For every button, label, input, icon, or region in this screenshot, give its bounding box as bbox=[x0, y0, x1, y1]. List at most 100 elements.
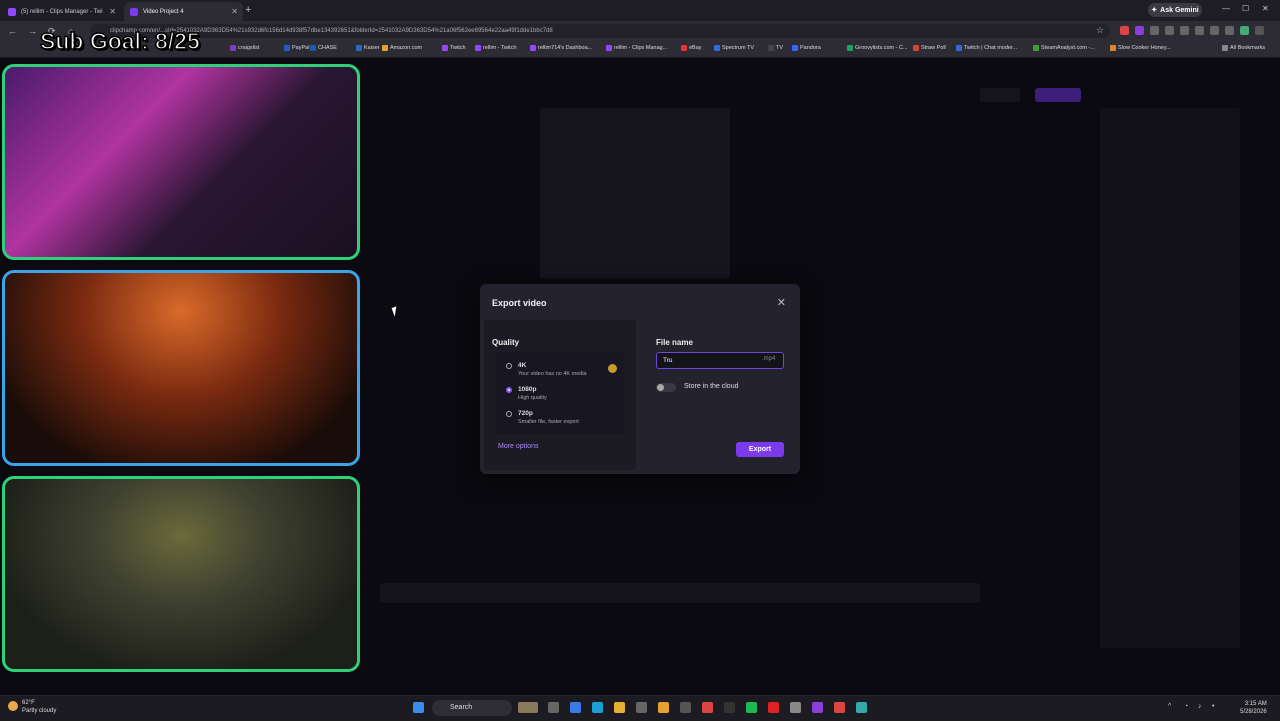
start-icon[interactable] bbox=[413, 702, 424, 713]
export-top-button[interactable] bbox=[1035, 88, 1081, 102]
bookmark-label: rellim - Clips Manag... bbox=[614, 45, 668, 51]
app-icon[interactable] bbox=[856, 702, 867, 713]
option-subtitle: High quality bbox=[518, 395, 547, 401]
extension-icon[interactable] bbox=[1165, 26, 1174, 35]
menu-icon[interactable] bbox=[1255, 26, 1264, 35]
weather-desc: Partly cloudy bbox=[22, 708, 57, 714]
quality-option-720p[interactable]: 720p Smaller file, faster export bbox=[506, 410, 579, 425]
bookmark-item[interactable]: eBay bbox=[681, 45, 702, 51]
bookmark-label: rellim714's Dashboa... bbox=[538, 45, 593, 51]
app-icon[interactable] bbox=[702, 702, 713, 713]
widget-icon[interactable] bbox=[518, 702, 538, 713]
bookmark-icon bbox=[792, 45, 798, 51]
bookmark-item[interactable]: All Bookmarks bbox=[1222, 45, 1265, 51]
ask-gemini-button[interactable]: ✦ Ask Gemini bbox=[1148, 3, 1202, 17]
bookmark-item[interactable]: Pandora bbox=[792, 45, 821, 51]
app-icon[interactable] bbox=[724, 702, 735, 713]
app-icon[interactable] bbox=[570, 702, 581, 713]
chevron-up-icon[interactable]: ^ bbox=[1168, 703, 1171, 710]
windows-taskbar: 62°F Partly cloudy ⌕ Search ^ ◔ ♪ • 3:15… bbox=[0, 695, 1280, 721]
radio-icon[interactable] bbox=[506, 363, 512, 369]
close-icon[interactable]: ✕ bbox=[109, 7, 116, 16]
bookmark-item[interactable]: Amazon.com bbox=[382, 45, 422, 51]
sub-goal-text: Sub Goal: 8/25 bbox=[39, 27, 200, 55]
bookmark-item[interactable]: CHASE bbox=[310, 45, 337, 51]
bookmark-icon bbox=[1033, 45, 1039, 51]
quality-options: 4K Your video has no 4K media 1080p High… bbox=[496, 352, 624, 434]
extension-icon[interactable] bbox=[1135, 26, 1144, 35]
network-icon[interactable]: ◔ bbox=[1184, 703, 1188, 710]
bookmark-item[interactable]: rellim714's Dashboa... bbox=[530, 45, 592, 51]
extension-icon[interactable] bbox=[1120, 26, 1129, 35]
minimize-icon[interactable]: — bbox=[1222, 4, 1230, 13]
system-clock[interactable]: 3:15 AM 5/28/2026 bbox=[1240, 700, 1267, 716]
bookmark-item[interactable]: TV bbox=[768, 45, 783, 51]
radio-selected-icon[interactable] bbox=[506, 387, 512, 393]
forward-icon[interactable]: → bbox=[28, 26, 37, 36]
bookmark-item[interactable]: PayPal bbox=[284, 45, 309, 51]
app-icon[interactable] bbox=[812, 702, 823, 713]
taskbar-search[interactable]: Search bbox=[432, 700, 512, 716]
bookmark-label: Amazon.com bbox=[390, 45, 423, 51]
bookmark-item[interactable]: Groovylists.com - C... bbox=[847, 45, 908, 51]
bookmark-icon bbox=[714, 45, 720, 51]
bookmark-item[interactable]: craigslist bbox=[230, 45, 259, 51]
more-options-link[interactable]: More options bbox=[498, 443, 538, 450]
extension-icon[interactable] bbox=[1180, 26, 1189, 35]
bookmark-item[interactable]: Twitch | Chat moder... bbox=[956, 45, 1017, 51]
extension-icon[interactable] bbox=[1225, 26, 1234, 35]
close-window-icon[interactable]: ✕ bbox=[1262, 4, 1269, 13]
avatar[interactable] bbox=[1240, 26, 1249, 35]
tab-clips-manager[interactable]: (5) rellim - Clips Manager - Twi ✕ bbox=[2, 2, 121, 21]
bookmark-icon bbox=[847, 45, 853, 51]
bookmark-item[interactable]: Kaiser bbox=[356, 45, 380, 51]
extension-icon[interactable] bbox=[1150, 26, 1159, 35]
bookmark-star-icon[interactable]: ☆ bbox=[1096, 25, 1104, 36]
bookmark-label: rellim - Twitch bbox=[483, 45, 517, 51]
tab-label: Video Project 4 bbox=[143, 8, 184, 15]
bookmark-item[interactable]: Twitch bbox=[442, 45, 466, 51]
close-icon[interactable]: ✕ bbox=[231, 7, 238, 16]
extension-icon[interactable] bbox=[1195, 26, 1204, 35]
bookmark-item[interactable]: rellim - Twitch bbox=[475, 45, 517, 51]
store-icon[interactable] bbox=[636, 702, 647, 713]
quality-label: Quality bbox=[492, 338, 520, 347]
bookmark-item[interactable]: Straw Poll bbox=[913, 45, 946, 51]
tab-video-project[interactable]: Video Project 4 ✕ bbox=[124, 2, 243, 21]
extension-icon[interactable] bbox=[1210, 26, 1219, 35]
weather-icon[interactable] bbox=[8, 701, 18, 711]
chrome-icon[interactable] bbox=[658, 702, 669, 713]
bookmark-icon bbox=[1110, 45, 1116, 51]
spotify-icon[interactable] bbox=[746, 702, 757, 713]
maximize-icon[interactable]: ☐ bbox=[1242, 4, 1249, 13]
app-icon[interactable] bbox=[834, 702, 845, 713]
radio-icon[interactable] bbox=[506, 411, 512, 417]
url-field[interactable]: clipchamp.com/en/...sId=2541032A9D363D54… bbox=[90, 24, 1110, 38]
ask-gemini-label: Ask Gemini bbox=[1160, 6, 1199, 14]
export-button[interactable]: Export bbox=[736, 442, 784, 457]
webcam-feed-2 bbox=[2, 270, 360, 466]
file-explorer-icon[interactable] bbox=[614, 702, 625, 713]
quality-option-4k[interactable]: 4K Your video has no 4K media bbox=[506, 362, 587, 377]
app-icon[interactable] bbox=[680, 702, 691, 713]
browser-tab-bar: (5) rellim - Clips Manager - Twi ✕ Video… bbox=[0, 0, 1280, 21]
bookmark-item[interactable]: Slow Cooker Honey... bbox=[1110, 45, 1171, 51]
tray-icon[interactable]: • bbox=[1212, 703, 1214, 710]
toolbar-button[interactable] bbox=[980, 88, 1020, 102]
new-tab-button[interactable]: + bbox=[245, 4, 251, 16]
weather-widget[interactable]: 62°F Partly cloudy bbox=[22, 699, 56, 715]
bookmark-item[interactable]: rellim - Clips Manag... bbox=[606, 45, 667, 51]
task-view-icon[interactable] bbox=[548, 702, 559, 713]
speaker-icon[interactable]: ♪ bbox=[1198, 703, 1202, 710]
opera-icon[interactable] bbox=[768, 702, 779, 713]
bookmark-item[interactable]: Spectrum TV bbox=[714, 45, 754, 51]
edge-icon[interactable] bbox=[592, 702, 603, 713]
bookmark-label: Pandora bbox=[800, 45, 821, 51]
quality-option-1080p[interactable]: 1080p High quality bbox=[506, 386, 547, 401]
store-in-cloud-toggle[interactable] bbox=[656, 383, 676, 392]
bookmark-label: SteamAnalyst.com -... bbox=[1041, 45, 1095, 51]
back-icon[interactable]: ← bbox=[8, 26, 17, 36]
app-icon[interactable] bbox=[790, 702, 801, 713]
close-icon[interactable]: ✕ bbox=[777, 296, 786, 309]
bookmark-item[interactable]: SteamAnalyst.com -... bbox=[1033, 45, 1095, 51]
